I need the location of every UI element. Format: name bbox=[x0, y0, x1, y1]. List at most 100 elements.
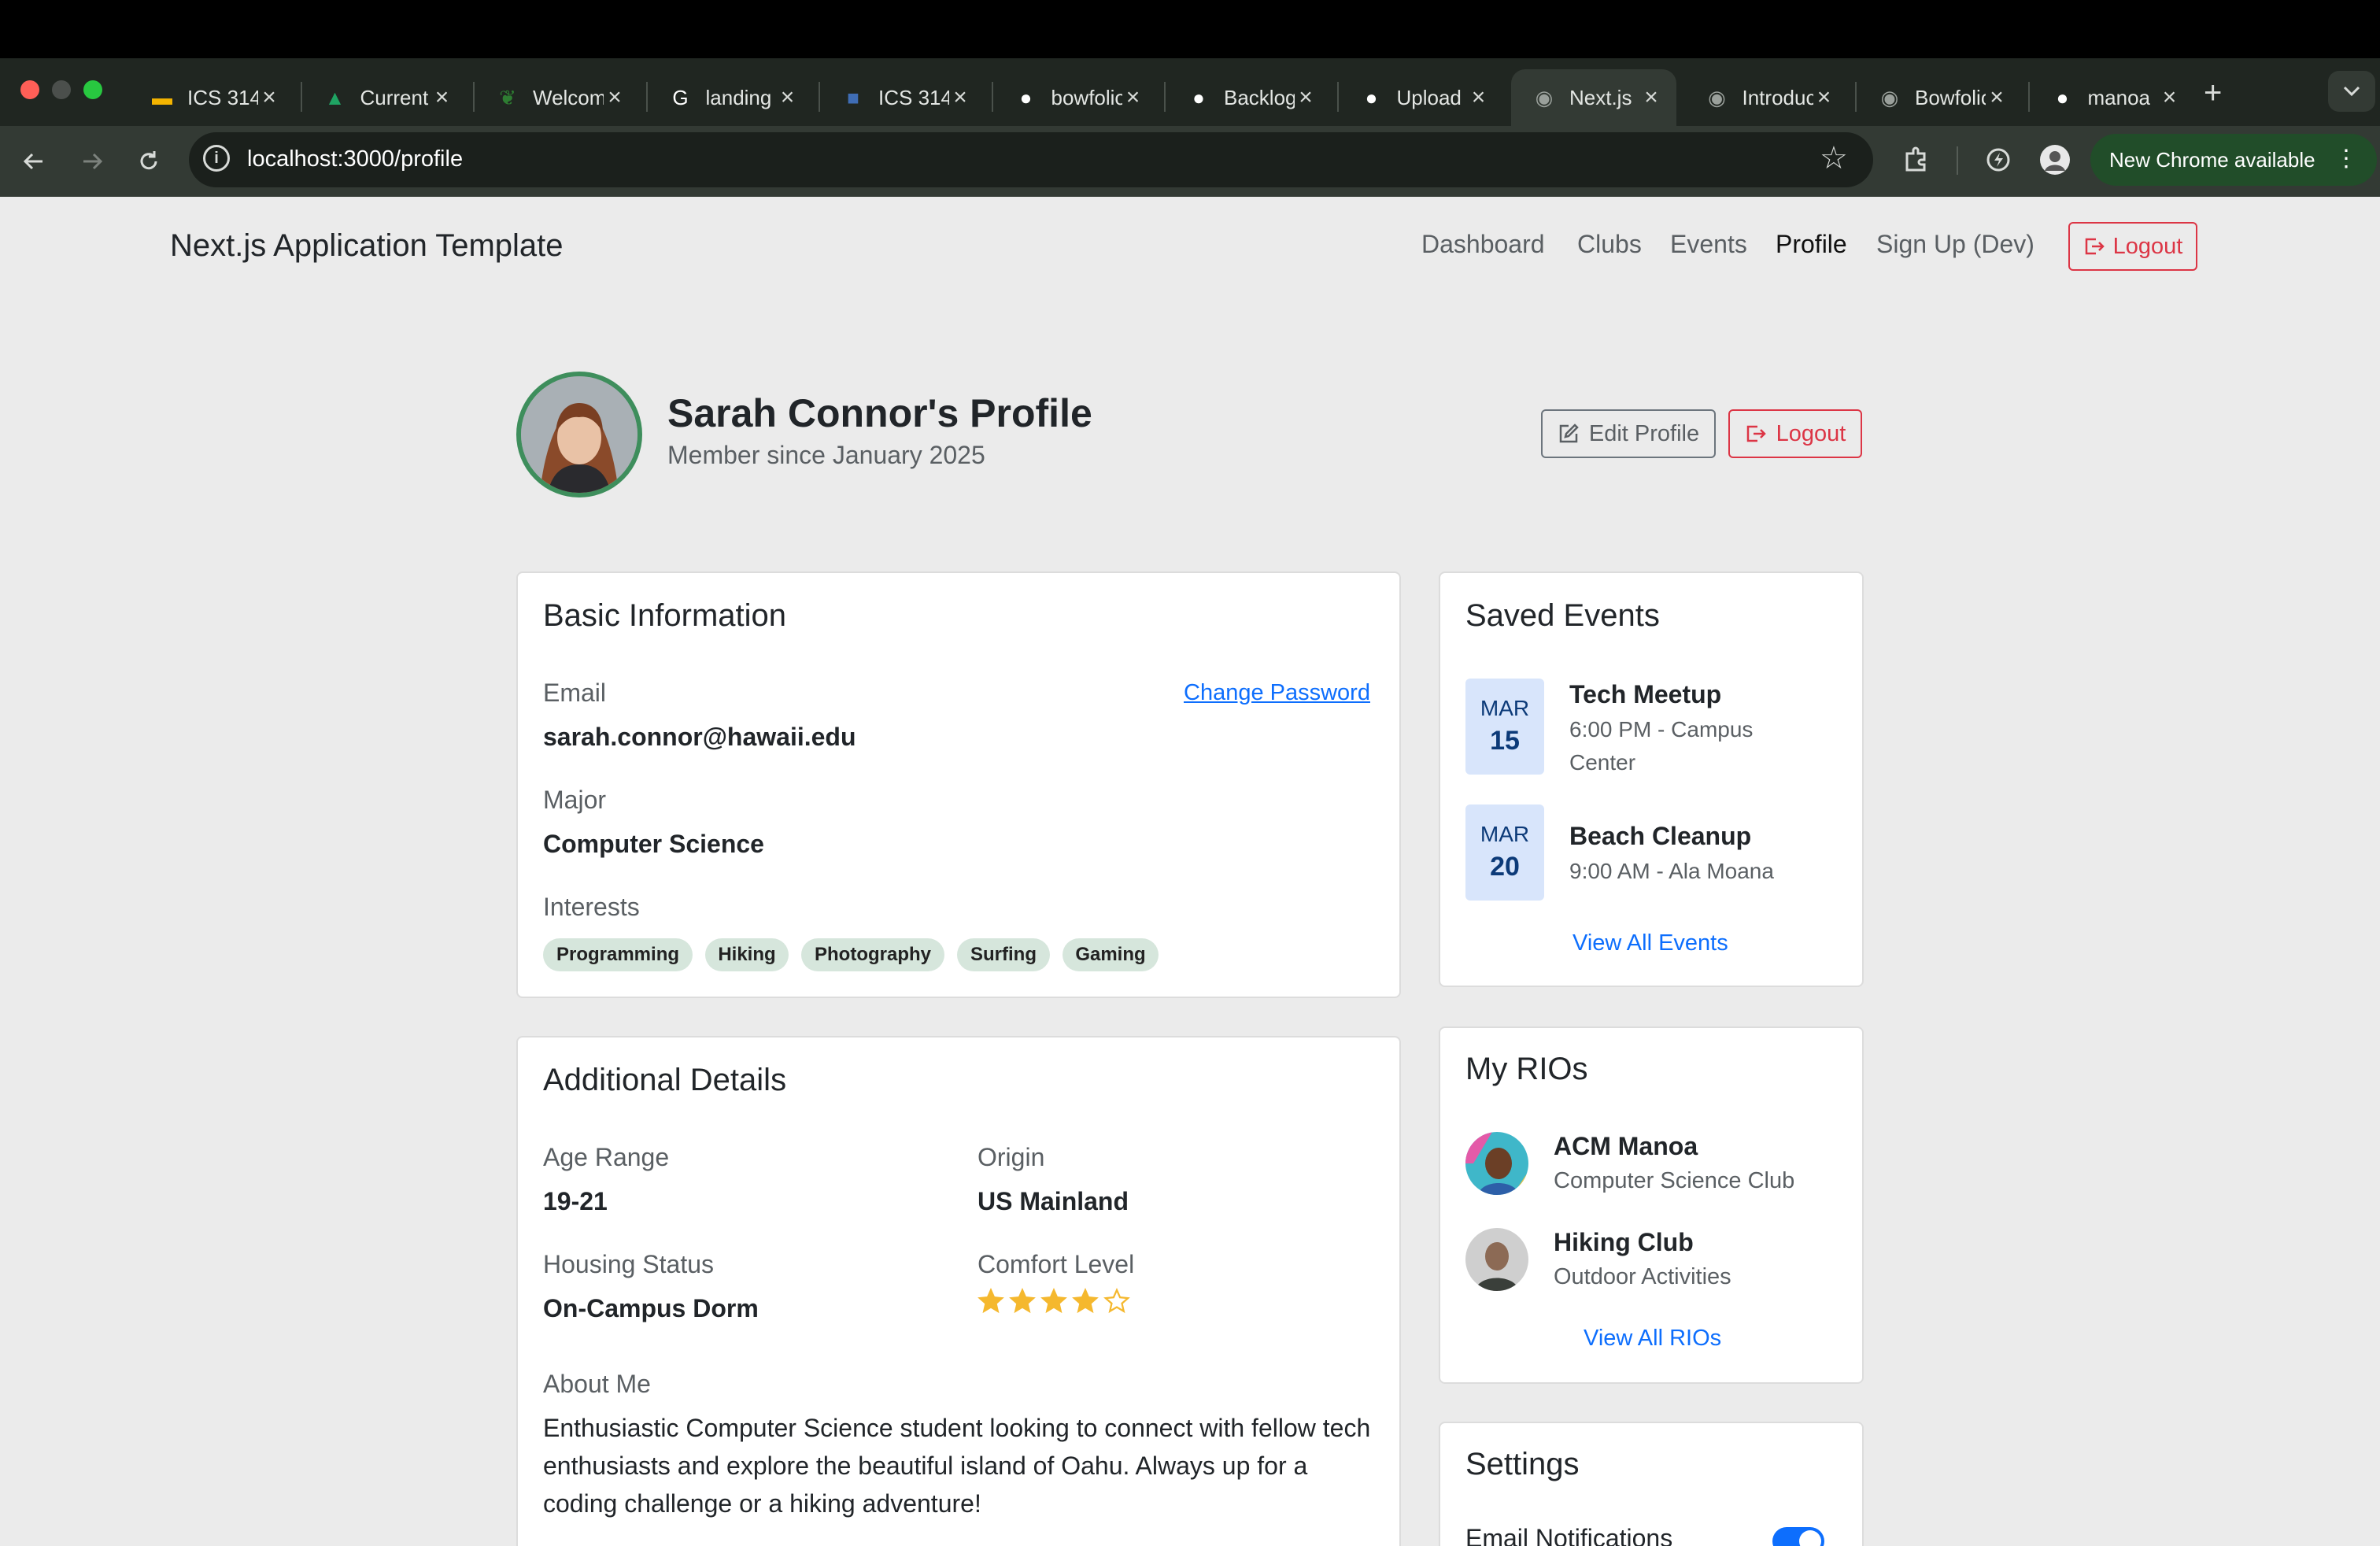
screen-top-bar bbox=[0, 0, 2380, 58]
github-icon: ● bbox=[1192, 85, 1205, 109]
address-url[interactable]: localhost:3000/profile bbox=[247, 146, 463, 172]
back-button[interactable] bbox=[14, 142, 54, 181]
app-brand[interactable]: Next.js Application Template bbox=[170, 228, 564, 264]
edit-profile-button[interactable]: Edit Profile bbox=[1541, 409, 1716, 458]
email-notifications-toggle[interactable] bbox=[1772, 1527, 1824, 1546]
nav-events[interactable]: Events bbox=[1670, 230, 1747, 259]
tab-separator bbox=[645, 82, 648, 112]
close-tab-icon[interactable]: × bbox=[1468, 84, 1490, 111]
view-all-rios-link[interactable]: View All RIOs bbox=[1584, 1326, 1721, 1352]
browser-tab[interactable]: ● bowfolios× bbox=[993, 69, 1159, 126]
event-month: MAR bbox=[1480, 822, 1530, 846]
event-date-badge: MAR 15 bbox=[1465, 679, 1544, 775]
close-window-button[interactable] bbox=[20, 80, 39, 99]
event-day: 15 bbox=[1490, 726, 1520, 756]
tab-title: Bowfolios bbox=[1915, 85, 1986, 109]
profile-avatar-icon[interactable] bbox=[2037, 142, 2073, 178]
tab-separator bbox=[1855, 82, 1857, 112]
housing-value: On-Campus Dorm bbox=[543, 1294, 759, 1322]
minimize-window-button[interactable] bbox=[52, 80, 71, 99]
logout-icon bbox=[1746, 425, 1766, 442]
saved-events-card bbox=[1439, 571, 1864, 987]
star-empty-icon bbox=[1103, 1288, 1130, 1314]
age-range-value: 19-21 bbox=[543, 1187, 608, 1215]
tab-separator bbox=[819, 82, 820, 112]
my-rios-title: My RIOs bbox=[1465, 1052, 1588, 1086]
major-label: Major bbox=[543, 786, 607, 814]
rio-avatar bbox=[1465, 1132, 1528, 1195]
github-icon: ● bbox=[2056, 85, 2069, 109]
browser-tab[interactable]: ◉ Next.js × bbox=[1511, 69, 1676, 126]
zoom-window-button[interactable] bbox=[83, 80, 102, 99]
browser-tab[interactable]: ❦ Welcome× bbox=[475, 69, 640, 126]
star-filled-icon bbox=[1009, 1288, 1036, 1314]
close-tab-icon[interactable]: × bbox=[1295, 84, 1317, 111]
tab-title: Introduction bbox=[1742, 85, 1813, 109]
tab-separator bbox=[1164, 82, 1166, 112]
rio-name[interactable]: Hiking Club bbox=[1554, 1228, 1694, 1257]
close-tab-icon[interactable]: × bbox=[777, 84, 799, 111]
rio-subtitle: Computer Science Club bbox=[1554, 1168, 1795, 1193]
close-tab-icon[interactable]: × bbox=[2159, 84, 2181, 111]
browser-tab[interactable]: ◉ Introduction× bbox=[1684, 69, 1850, 126]
close-tab-icon[interactable]: × bbox=[949, 84, 971, 111]
major-value: Computer Science bbox=[543, 830, 764, 858]
github-icon: ● bbox=[1019, 85, 1033, 109]
change-password-link[interactable]: Change Password bbox=[1184, 680, 1370, 706]
close-tab-icon[interactable]: × bbox=[604, 84, 626, 111]
browser-tab[interactable]: Glanding × bbox=[648, 69, 813, 126]
close-tab-icon[interactable]: × bbox=[1986, 84, 2008, 111]
email-label: Email bbox=[543, 679, 607, 707]
close-tab-icon[interactable]: × bbox=[258, 84, 280, 111]
event-title[interactable]: Tech Meetup bbox=[1569, 680, 1721, 709]
profile-logout-button[interactable]: Logout bbox=[1728, 409, 1862, 458]
tab-search-button[interactable] bbox=[2328, 71, 2375, 112]
reload-button[interactable] bbox=[129, 142, 168, 181]
arrow-right-icon bbox=[83, 153, 103, 170]
rio-name[interactable]: ACM Manoa bbox=[1554, 1132, 1698, 1161]
event-title[interactable]: Beach Cleanup bbox=[1569, 822, 1751, 851]
close-tab-icon[interactable]: × bbox=[1813, 84, 1835, 111]
browser-tab[interactable]: ▲ Current × bbox=[302, 69, 468, 126]
browser-tab[interactable]: ● Upload × bbox=[1339, 69, 1504, 126]
tab-separator bbox=[473, 82, 475, 112]
nav-logout-button[interactable]: Logout bbox=[2068, 222, 2197, 271]
email-notifications-label: Email Notifications bbox=[1465, 1524, 1673, 1546]
comfort-level-rating bbox=[978, 1288, 1130, 1315]
forward-button[interactable] bbox=[72, 142, 112, 181]
leaf-icon: ❦ bbox=[499, 85, 516, 109]
browser-tab[interactable]: ● manoa × bbox=[2030, 69, 2195, 126]
browser-tab[interactable]: ● Backlog × bbox=[1166, 69, 1331, 126]
drive-icon: ▲ bbox=[324, 85, 346, 109]
origin-value: US Mainland bbox=[978, 1187, 1129, 1215]
toggle-knob bbox=[1799, 1530, 1821, 1546]
performance-icon[interactable] bbox=[1980, 142, 2016, 178]
browser-tab[interactable]: ■ ICS 314 × bbox=[820, 69, 985, 126]
more-menu-icon[interactable]: ⋮ bbox=[2334, 145, 2358, 173]
browser-tab[interactable]: ▬ ICS 314 × bbox=[129, 69, 294, 126]
chrome-update-button[interactable]: New Chrome available ⋮ bbox=[2090, 134, 2377, 186]
tab-title: Welcome bbox=[533, 85, 604, 109]
tab-title: ICS 314 bbox=[878, 85, 949, 109]
nav-clubs[interactable]: Clubs bbox=[1577, 230, 1642, 259]
toolbar-divider bbox=[1957, 146, 1958, 175]
bookmark-star-icon[interactable]: ☆ bbox=[1820, 140, 1848, 176]
nav-signup-dev[interactable]: Sign Up (Dev) bbox=[1876, 230, 2034, 259]
view-all-events-link[interactable]: View All Events bbox=[1572, 930, 1728, 956]
nav-dashboard[interactable]: Dashboard bbox=[1421, 230, 1545, 259]
close-tab-icon[interactable]: × bbox=[431, 84, 453, 111]
new-tab-button[interactable]: + bbox=[2204, 76, 2222, 111]
site-info-icon[interactable]: i bbox=[203, 145, 230, 172]
close-tab-icon[interactable]: × bbox=[1640, 84, 1662, 111]
slides-icon: ▬ bbox=[152, 85, 172, 109]
interest-chip: Programming bbox=[543, 938, 693, 971]
browser-tab[interactable]: ◉ Bowfolios× bbox=[1857, 69, 2022, 126]
globe-icon: ◉ bbox=[1880, 85, 1899, 109]
profile-name: Sarah Connor's Profile bbox=[667, 391, 1092, 435]
tab-separator bbox=[1336, 82, 1339, 112]
nav-profile[interactable]: Profile bbox=[1776, 230, 1847, 259]
event-detail: 6:00 PM - Campus Center bbox=[1569, 717, 1754, 775]
tab-title: ICS 314 bbox=[187, 85, 258, 109]
extensions-icon[interactable] bbox=[1898, 142, 1935, 178]
close-tab-icon[interactable]: × bbox=[1122, 84, 1144, 111]
